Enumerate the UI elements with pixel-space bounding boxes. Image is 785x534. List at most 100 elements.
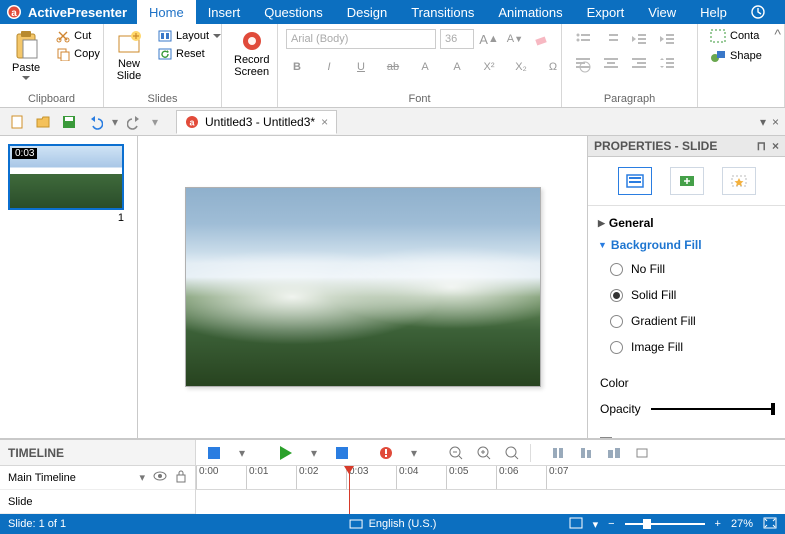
timeline-zoom-out[interactable] [446,443,466,463]
menu-animations[interactable]: Animations [486,0,574,24]
superscript-button[interactable]: X² [478,56,500,78]
qa-open[interactable] [32,111,54,133]
timeline-align[interactable] [576,443,596,463]
timeline-marker-more[interactable]: ▾ [404,443,424,463]
qa-new[interactable] [6,111,28,133]
menu-questions[interactable]: Questions [252,0,335,24]
strike-button[interactable]: ab [382,56,404,78]
panel-menu[interactable]: ▾ [760,115,766,129]
underline-button[interactable]: U [350,56,372,78]
timeline-zoom-in[interactable] [474,443,494,463]
highlight-button[interactable]: A [414,56,436,78]
bullets-button[interactable] [570,28,596,50]
section-general[interactable]: General [598,212,775,234]
eye-icon[interactable] [153,470,167,485]
timeline-snap[interactable] [548,443,568,463]
menu-insert[interactable]: Insert [196,0,253,24]
font-size-input[interactable] [440,29,474,49]
timeline-record[interactable] [332,443,352,463]
numbering-button[interactable] [598,28,624,50]
new-slide-button[interactable]: New Slide [112,28,146,84]
italic-button[interactable]: I [318,56,340,78]
decrease-font-icon[interactable]: A▼ [504,28,526,50]
color-label: Color [600,376,629,390]
timeline-track-row[interactable]: Main Timeline ▾ [0,466,195,490]
layout-button[interactable]: Layout [154,28,225,44]
lock-icon[interactable] [175,469,187,486]
properties-pin[interactable]: ⊓ [757,139,766,153]
symbol-button[interactable]: Ω [542,56,564,78]
chevron-down-icon[interactable]: ▾ [139,471,145,484]
window-minimize[interactable] [777,0,785,24]
fill-option-solid-fill[interactable]: Solid Fill [598,282,775,308]
menu-home[interactable]: Home [137,0,196,24]
prop-tab-star[interactable] [722,167,756,195]
record-screen-button[interactable]: Record Screen [230,28,273,80]
increase-font-icon[interactable]: A▲ [478,28,500,50]
subscript-button[interactable]: X₂ [510,56,532,78]
timeline-panel: TIMELINE ▾ ▾ ▾ Main Timeline ▾ [0,438,785,514]
qa-undo[interactable] [84,111,106,133]
qa-redo[interactable] [124,111,146,133]
line-spacing-button[interactable] [654,52,680,74]
timeline-cut[interactable] [632,443,652,463]
menu-updates[interactable] [739,0,777,24]
status-fit[interactable] [569,517,583,532]
fill-option-gradient-fill[interactable]: Gradient Fill [598,308,775,334]
increase-indent-button[interactable] [654,28,680,50]
timeline-play[interactable] [276,443,296,463]
timeline-play-more[interactable]: ▾ [304,443,324,463]
slide-thumb-1[interactable]: 0:03 1 [8,144,124,210]
panel-close[interactable]: × [772,115,779,129]
reset-button[interactable]: Reset [154,46,225,62]
zoom-out-button[interactable]: − [608,518,614,530]
clear-format-icon[interactable] [530,28,552,50]
opacity-slider[interactable] [651,408,775,410]
menu-design[interactable]: Design [335,0,399,24]
status-language[interactable]: English (U.S.) [369,518,437,530]
decrease-indent-button[interactable] [626,28,652,50]
zoom-fit-button[interactable] [763,517,777,532]
thumb-index: 1 [118,212,124,224]
clipboard-label: Clipboard [8,91,95,105]
qa-undo-more[interactable]: ▾ [110,111,120,133]
menu-export[interactable]: Export [575,0,637,24]
shapes-button[interactable]: Shape [706,48,766,64]
font-color-button[interactable]: A [446,56,468,78]
menu-help[interactable]: Help [688,0,739,24]
slide-content[interactable] [185,187,541,387]
timeline-stop[interactable] [204,443,224,463]
qa-redo-more[interactable]: ▾ [150,111,160,133]
bold-button[interactable]: B [286,56,308,78]
cut-button[interactable]: Cut [52,28,104,44]
menu-transitions[interactable]: Transitions [399,0,486,24]
font-name-input[interactable] [286,29,436,49]
timeline-marker[interactable] [376,443,396,463]
align-left-button[interactable] [570,52,596,74]
timeline-ruler-area[interactable]: 0:000:010:020:030:040:050:060:07 [196,466,785,514]
ribbon-collapse[interactable]: ^ [774,26,781,42]
timeline-stop-more[interactable]: ▾ [232,443,252,463]
paste-button[interactable]: Paste [8,28,44,82]
prop-tab-size[interactable] [670,167,704,195]
timeline-slide-row[interactable]: Slide [0,490,195,514]
zoom-slider[interactable] [625,523,705,525]
document-tab[interactable]: a Untitled3 - Untitled3* × [176,110,337,134]
prop-tab-slide[interactable] [618,167,652,195]
timeline-group[interactable] [604,443,624,463]
timeline-title: TIMELINE [0,440,196,465]
copy-button[interactable]: Copy [52,46,104,62]
menu-view[interactable]: View [636,0,688,24]
align-center-button[interactable] [598,52,624,74]
zoom-in-button[interactable]: + [715,518,721,530]
container-button[interactable]: Conta [706,28,763,44]
section-background-fill[interactable]: Background Fill [598,234,775,256]
close-document-button[interactable]: × [321,115,328,129]
qa-save[interactable] [58,111,80,133]
fill-option-image-fill[interactable]: Image Fill [598,334,775,360]
properties-close[interactable]: × [772,139,779,153]
timeline-zoom-fit[interactable] [502,443,522,463]
fill-option-no-fill[interactable]: No Fill [598,256,775,282]
slide-canvas[interactable] [138,136,587,438]
align-right-button[interactable] [626,52,652,74]
